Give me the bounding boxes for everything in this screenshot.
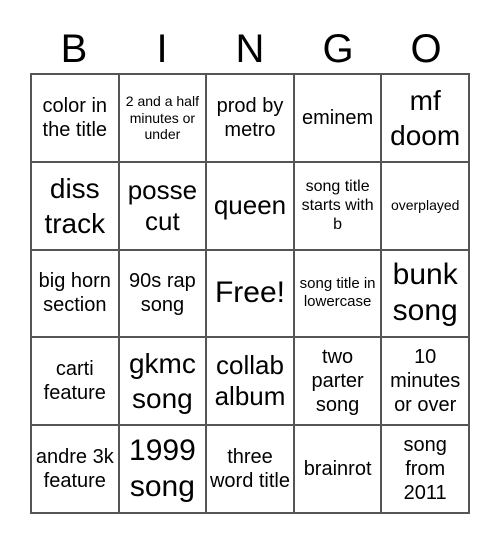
bingo-cell[interactable]: queen — [206, 161, 294, 250]
bingo-cell[interactable]: carti feature — [31, 337, 119, 426]
bingo-cell[interactable]: color in the title — [31, 74, 119, 162]
bingo-cell[interactable]: big horn section — [31, 249, 119, 338]
bingo-cell[interactable]: collab album — [206, 337, 294, 426]
bingo-cell[interactable]: two parter song — [293, 337, 382, 426]
bingo-cell[interactable]: brainrot — [293, 425, 382, 513]
bingo-cell[interactable]: overplayed — [381, 161, 469, 250]
bingo-header: B I N G O — [30, 24, 470, 74]
header-letter-o: O — [410, 27, 442, 71]
bingo-cell[interactable]: 90s rap song — [118, 249, 207, 338]
bingo-cell[interactable]: song from 2011 — [381, 425, 469, 513]
bingo-cell[interactable]: andre 3k feature — [31, 425, 119, 513]
header-letter-b: B — [60, 27, 88, 71]
bingo-cell[interactable]: bunk song — [381, 249, 469, 338]
bingo-cell[interactable]: song title starts with b — [293, 161, 382, 250]
bingo-cell[interactable]: song title in lowercase — [293, 249, 382, 338]
header-letter-g: G — [322, 27, 354, 71]
bingo-grid: color in the title 2 and a half minutes … — [30, 73, 470, 514]
bingo-cell[interactable]: mf doom — [381, 74, 469, 162]
header-letter-i: I — [156, 27, 168, 71]
header-letter-n: N — [235, 27, 265, 71]
bingo-cell[interactable]: 1999 song — [118, 425, 207, 513]
bingo-cell[interactable]: prod by metro — [206, 74, 294, 162]
bingo-cell[interactable]: 10 minutes or over — [381, 337, 469, 426]
bingo-cell[interactable]: three word title — [206, 425, 294, 513]
bingo-cell[interactable]: posse cut — [118, 161, 207, 250]
free-cell[interactable]: Free! — [206, 249, 294, 338]
bingo-cell[interactable]: 2 and a half minutes or under — [118, 74, 207, 162]
bingo-cell[interactable]: eminem — [293, 74, 382, 162]
bingo-cell[interactable]: diss track — [31, 161, 119, 250]
bingo-cell[interactable]: gkmc song — [118, 337, 207, 426]
